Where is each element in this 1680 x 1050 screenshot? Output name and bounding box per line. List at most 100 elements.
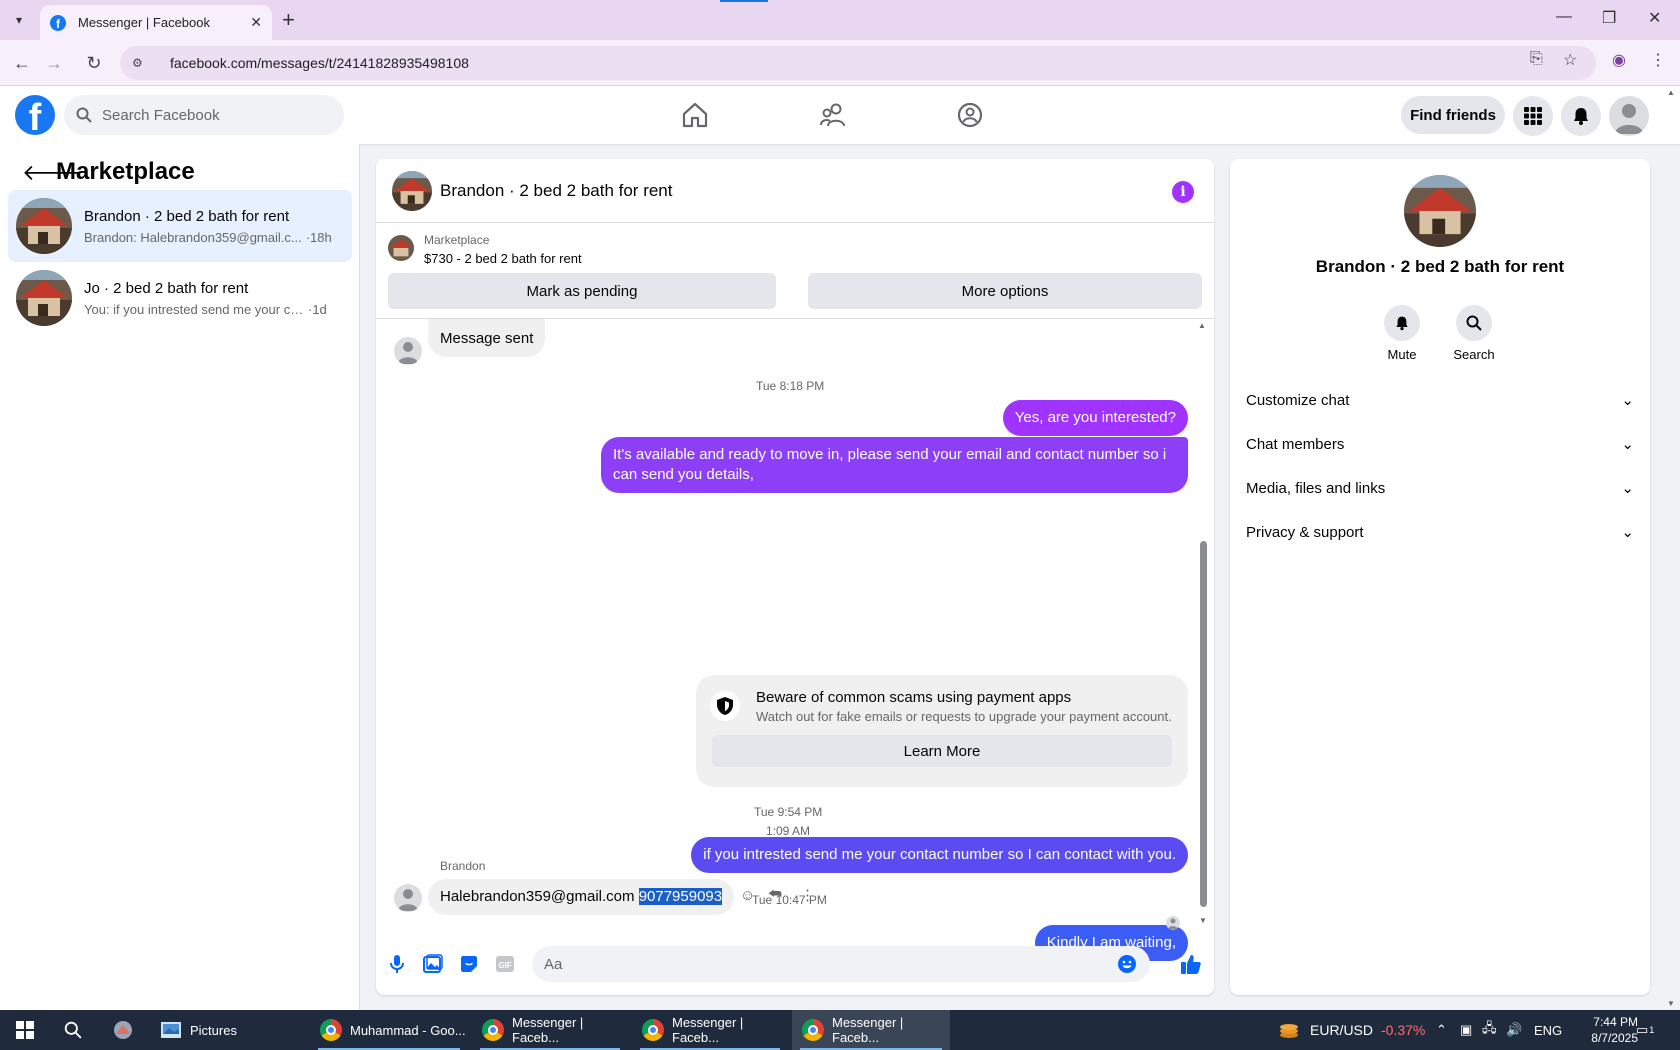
pinned-app-icon[interactable] <box>108 1010 138 1050</box>
ticker-widget[interactable]: EUR/USD -0.37% <box>1278 1010 1425 1050</box>
ticker-symbol: EUR/USD <box>1310 1022 1374 1038</box>
find-friends-button[interactable]: Find friends <box>1401 96 1505 134</box>
tab-search-dropdown-icon[interactable]: ▾ <box>6 8 32 32</box>
show-hidden-icons-chevron-icon[interactable]: ⌃ <box>1436 1010 1447 1050</box>
back-icon[interactable]: ← <box>10 51 34 75</box>
browser-tab-messenger[interactable]: f Messenger | Facebook ✕ <box>40 5 272 40</box>
reply-icon[interactable]: ⮪ <box>768 886 782 903</box>
scam-warning-title: Beware of common scams using payment app… <box>756 689 1072 706</box>
mark-as-pending-button[interactable]: Mark as pending <box>388 273 776 309</box>
site-info-icon[interactable]: ⚙ <box>132 56 148 70</box>
browser-menu-icon[interactable]: ⋮ <box>1650 50 1666 70</box>
message-bubble-outgoing[interactable]: It's available and ready to move in, ple… <box>601 437 1188 493</box>
scroll-up-icon[interactable]: ▲ <box>1198 321 1206 330</box>
search-label: Search <box>1453 347 1495 362</box>
conversation-time: ·18h <box>305 229 332 245</box>
section-chat-members[interactable]: Chat members ⌄ <box>1246 426 1634 462</box>
like-thumbs-up-icon[interactable] <box>1180 953 1202 975</box>
account-avatar[interactable] <box>1609 96 1649 136</box>
phone-text-selected: 9077959093 <box>638 888 723 905</box>
taskbar-search-button[interactable] <box>60 1010 86 1050</box>
forward-icon[interactable]: → <box>42 51 66 75</box>
chevron-down-icon: ⌄ <box>1621 392 1634 409</box>
close-window-icon[interactable]: ✕ <box>1648 8 1661 28</box>
search-icon <box>1466 315 1482 331</box>
taskbar-chrome-muhammad[interactable]: Muhammad - Goo... <box>310 1010 468 1050</box>
taskbar-pictures[interactable]: Pictures <box>152 1010 298 1050</box>
conversation-item-jo[interactable]: Jo · 2 bed 2 bath for rent You: if you i… <box>8 262 352 334</box>
sticker-icon[interactable] <box>458 953 480 975</box>
react-emoji-icon[interactable]: ☺ <box>740 887 755 904</box>
sender-avatar[interactable] <box>394 337 422 365</box>
facebook-search-input[interactable]: Search Facebook <box>64 95 344 135</box>
search-in-chat-button[interactable]: Search <box>1444 305 1504 362</box>
page-scrollbar[interactable]: ▲ ▼ <box>1664 86 1680 1010</box>
chat-title[interactable]: Brandon · 2 bed 2 bath for rent <box>440 181 673 201</box>
learn-more-button[interactable]: Learn More <box>712 735 1172 767</box>
search-icon <box>64 1021 82 1039</box>
conversation-item-brandon[interactable]: Brandon · 2 bed 2 bath for rent Brandon:… <box>8 190 352 262</box>
photo-icon[interactable] <box>422 953 444 975</box>
close-tab-icon[interactable]: ✕ <box>250 14 262 31</box>
info-icon[interactable]: i <box>1172 181 1194 203</box>
conversation-preview: You: if you intrested send me your co... <box>84 301 304 317</box>
reload-icon[interactable]: ↻ <box>82 51 106 75</box>
page-scroll-down-icon[interactable]: ▼ <box>1667 999 1675 1008</box>
notifications-button[interactable] <box>1561 96 1601 136</box>
scroll-thumb[interactable] <box>1200 541 1207 907</box>
minimize-icon[interactable]: — <box>1556 8 1572 26</box>
chat-listing-thumbnail[interactable] <box>392 171 432 211</box>
clock[interactable]: 7:44 PM 8/7/2025 <box>1574 1010 1638 1050</box>
taskbar-chrome-messenger-3[interactable]: Messenger | Faceb... <box>792 1010 950 1050</box>
bookmark-star-icon[interactable]: ☆ <box>1563 50 1577 70</box>
section-customize-chat[interactable]: Customize chat ⌄ <box>1246 382 1634 418</box>
microphone-icon[interactable] <box>386 953 408 975</box>
sender-avatar[interactable] <box>394 884 422 912</box>
message-bubble-outgoing[interactable]: if you intrested send me your contact nu… <box>691 837 1188 873</box>
new-tab-button[interactable]: + <box>282 8 295 32</box>
more-options-button[interactable]: More options <box>808 273 1202 309</box>
chrome-icon <box>482 1019 504 1041</box>
emoji-picker-icon[interactable] <box>1116 953 1138 975</box>
more-actions-icon[interactable]: ⋮ <box>800 886 815 904</box>
message-scrollbar[interactable]: ▲ <box>1198 319 1208 929</box>
listing-price[interactable]: $730 - 2 bed 2 bath for rent <box>424 251 582 266</box>
network-icon[interactable]: 🖧 <box>1482 1010 1497 1050</box>
search-icon <box>76 107 92 123</box>
listing-avatar[interactable] <box>1404 175 1476 247</box>
scam-warning-card: Beware of common scams using payment app… <box>696 675 1188 787</box>
taskbar-chrome-messenger-1[interactable]: Messenger | Faceb... <box>472 1010 628 1050</box>
restore-icon[interactable]: ❐ <box>1602 8 1616 28</box>
friends-icon[interactable] <box>818 100 848 130</box>
home-icon[interactable] <box>680 100 710 130</box>
bell-icon <box>1396 316 1408 331</box>
menu-grid-button[interactable] <box>1513 96 1553 136</box>
message-input[interactable]: Aa <box>532 946 1150 982</box>
taskbar-chrome-messenger-2[interactable]: Messenger | Faceb... <box>632 1010 788 1050</box>
install-app-icon[interactable]: ⎘ <box>1530 50 1543 68</box>
volume-icon[interactable]: 🔊 <box>1506 1010 1522 1050</box>
start-button[interactable] <box>12 1010 38 1050</box>
scroll-down-icon[interactable]: ▼ <box>1199 916 1207 925</box>
chat-header: Brandon · 2 bed 2 bath for rent i <box>376 159 1214 223</box>
url-bar[interactable]: ⚙ facebook.com/messages/t/24141828935498… <box>120 46 1596 80</box>
chat-panel: Brandon · 2 bed 2 bath for rent i Market… <box>376 159 1214 995</box>
notification-center-icon[interactable]: ▭ 1 <box>1636 1010 1654 1050</box>
profile-icon[interactable]: ◉ <box>1612 50 1626 70</box>
gif-icon[interactable]: GIF <box>494 953 516 975</box>
language-indicator[interactable]: ENG <box>1534 1010 1562 1050</box>
message-bubble-incoming[interactable]: Halebrandon359@gmail.com 9077959093 <box>428 879 735 915</box>
section-privacy-support[interactable]: Privacy & support ⌄ <box>1246 514 1634 550</box>
mute-button[interactable]: Mute <box>1372 305 1432 362</box>
page-scroll-up-icon[interactable]: ▲ <box>1667 88 1675 97</box>
window-indicator <box>720 0 768 2</box>
facebook-logo[interactable]: f <box>15 95 55 135</box>
tray-app-icon[interactable]: ▣ <box>1460 1010 1472 1050</box>
message-bubble-incoming[interactable]: Message sent <box>428 319 546 357</box>
sidebar-title: Marketplace <box>56 158 195 185</box>
taskbar-label: Messenger | Faceb... <box>832 1015 904 1045</box>
marketplace-listing-bar: Marketplace $730 - 2 bed 2 bath for rent… <box>376 223 1214 319</box>
message-bubble-outgoing[interactable]: Yes, are you interested? <box>1002 400 1188 436</box>
section-media-files-links[interactable]: Media, files and links ⌄ <box>1246 470 1634 506</box>
groups-icon[interactable] <box>955 100 985 130</box>
